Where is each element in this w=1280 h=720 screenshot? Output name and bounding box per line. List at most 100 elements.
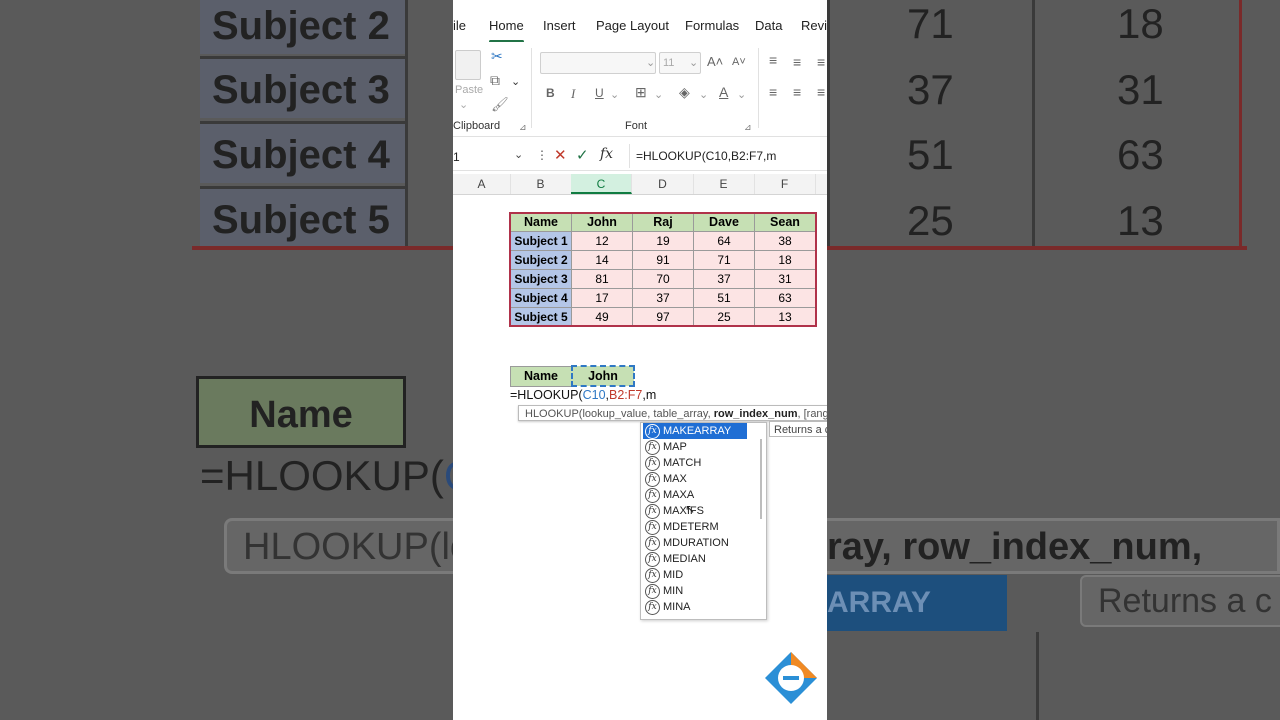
autocomplete-item[interactable]: fx MAKEARRAY xyxy=(643,423,747,439)
tab-file[interactable]: ile xyxy=(453,18,466,33)
table-cell[interactable]: 18 xyxy=(754,250,816,270)
table-row: Subject 5 49 97 25 13 xyxy=(510,307,816,327)
formula-input[interactable]: =HLOOKUP(C10,B2:F7,m xyxy=(629,144,827,168)
function-icon: fx xyxy=(645,504,660,519)
align-top-icon[interactable]: ≡ xyxy=(769,52,777,68)
row-label[interactable]: Subject 2 xyxy=(510,250,572,270)
fill-color-icon[interactable]: ◈ xyxy=(679,84,690,101)
column-header-c[interactable]: C xyxy=(571,174,632,194)
autocomplete-item[interactable]: fx MATCH xyxy=(643,455,747,471)
decrease-font-icon[interactable]: A˅ xyxy=(732,56,746,68)
table-cell[interactable]: 63 xyxy=(754,288,816,308)
function-icon: fx xyxy=(645,584,660,599)
autocomplete-item[interactable]: fx MAXA xyxy=(643,487,747,503)
cell-formula-edit[interactable]: =HLOOKUP(C10,B2:F7,m xyxy=(510,386,656,404)
table-cell[interactable]: 38 xyxy=(754,231,816,251)
autocomplete-item[interactable]: fx MDETERM xyxy=(643,519,747,535)
table-cell[interactable]: 12 xyxy=(571,231,633,251)
autocomplete-item[interactable]: fx MEDIAN xyxy=(643,551,747,567)
row-label[interactable]: Subject 1 xyxy=(510,231,572,251)
increase-font-icon[interactable]: A˄ xyxy=(707,54,723,69)
table-cell[interactable]: 91 xyxy=(632,250,694,270)
table-cell[interactable]: 17 xyxy=(571,288,633,308)
bg-returns-tip: Returns a c xyxy=(1080,575,1280,627)
row-label[interactable]: Subject 5 xyxy=(510,307,572,327)
bg-formula: =HLOOKUP(C xyxy=(200,452,453,499)
autocomplete-item[interactable]: fx MID xyxy=(643,567,747,583)
align-left-icon[interactable]: ≡ xyxy=(769,84,777,100)
align-bottom-icon[interactable]: ≡ xyxy=(817,54,825,70)
dialog-launcher-icon[interactable]: ⊿ xyxy=(744,122,752,133)
align-middle-icon[interactable]: ≡ xyxy=(793,54,801,70)
enter-icon[interactable]: ✓ xyxy=(576,146,589,164)
table-cell[interactable]: 97 xyxy=(632,307,694,327)
table-cell[interactable]: 37 xyxy=(632,288,694,308)
lookup-name-label[interactable]: Name xyxy=(510,365,573,387)
table-cell[interactable]: 37 xyxy=(693,269,755,289)
tab-page-layout[interactable]: Page Layout xyxy=(596,18,669,33)
table-cell[interactable]: 14 xyxy=(571,250,633,270)
row-label[interactable]: Subject 3 xyxy=(510,269,572,289)
table-cell[interactable]: 49 xyxy=(571,307,633,327)
table-cell[interactable]: 81 xyxy=(571,269,633,289)
formula-ref-c10: C10 xyxy=(582,388,606,402)
column-header-a[interactable]: A xyxy=(453,174,511,194)
tab-insert[interactable]: Insert xyxy=(543,18,576,33)
scrollbar[interactable] xyxy=(760,439,762,519)
paste-icon[interactable] xyxy=(455,50,481,80)
table-cell[interactable]: 19 xyxy=(632,231,694,251)
table-cell[interactable]: 71 xyxy=(693,250,755,270)
table-cell[interactable]: 70 xyxy=(632,269,694,289)
dialog-launcher-icon[interactable]: ⊿ xyxy=(519,122,527,133)
borders-icon[interactable]: ⊞ xyxy=(635,84,647,101)
align-right-icon[interactable]: ≡ xyxy=(817,84,825,100)
table-cell[interactable]: 25 xyxy=(693,307,755,327)
cut-icon[interactable]: ✂ xyxy=(491,48,503,65)
table-cell[interactable]: 51 xyxy=(693,288,755,308)
column-header-f[interactable]: F xyxy=(754,174,816,194)
tab-formulas[interactable]: Formulas xyxy=(685,18,739,33)
chevron-down-icon[interactable]: ⌄ xyxy=(514,148,523,161)
table-header[interactable]: Name xyxy=(510,212,572,232)
column-header-d[interactable]: D xyxy=(632,174,694,194)
autocomplete-item[interactable]: fx MIN xyxy=(643,583,747,599)
table-cell[interactable]: 31 xyxy=(754,269,816,289)
table-header[interactable]: John xyxy=(571,212,633,232)
underline-button[interactable]: U xyxy=(595,86,604,100)
paste-label: Paste xyxy=(455,84,484,96)
table-cell[interactable]: 64 xyxy=(693,231,755,251)
autocomplete-item[interactable]: fx MDURATION xyxy=(643,535,747,551)
bg-value: 18 xyxy=(1117,0,1164,47)
cancel-icon[interactable]: ✕ xyxy=(554,146,567,164)
chevron-down-icon: ⌄ xyxy=(646,57,656,69)
ribbon: Paste ⌄ ✂ ⧉ ⌄ 🖌 Clipboard ⊿ ⌄ 11 ⌄ A˄ A˅… xyxy=(453,42,827,137)
data-table: Name John Raj Dave Sean Subject 1 12 19 … xyxy=(510,212,816,327)
bg-table-border xyxy=(192,246,453,250)
autocomplete-item[interactable]: fx MAX xyxy=(643,471,747,487)
brand-logo-icon xyxy=(765,652,817,704)
row-label[interactable]: Subject 4 xyxy=(510,288,572,308)
table-header[interactable]: Dave xyxy=(693,212,755,232)
column-header-e[interactable]: E xyxy=(693,174,755,194)
autocomplete-item[interactable]: fx MINA xyxy=(643,599,747,615)
function-icon: fx xyxy=(645,472,660,487)
tab-home[interactable]: Home xyxy=(489,18,524,43)
font-color-icon[interactable]: A xyxy=(719,84,728,100)
table-cell[interactable]: 13 xyxy=(754,307,816,327)
format-painter-icon[interactable]: 🖌 xyxy=(491,96,509,113)
clipboard-group-label: Clipboard xyxy=(453,120,501,132)
insert-function-icon[interactable]: fx xyxy=(600,146,613,162)
copy-icon[interactable]: ⧉ xyxy=(490,72,500,89)
font-family-select[interactable] xyxy=(540,52,656,74)
table-header[interactable]: Raj xyxy=(632,212,694,232)
table-header[interactable]: Sean xyxy=(754,212,816,232)
column-header-b[interactable]: B xyxy=(510,174,572,194)
italic-button[interactable]: I xyxy=(571,86,575,102)
tab-review[interactable]: Revie xyxy=(801,18,827,33)
autocomplete-item[interactable]: fx MAP xyxy=(643,439,747,455)
tab-data[interactable]: Data xyxy=(755,18,782,33)
align-center-icon[interactable]: ≡ xyxy=(793,84,801,100)
lookup-name-value[interactable]: John xyxy=(571,365,635,387)
bold-button[interactable]: B xyxy=(546,86,555,100)
ribbon-tabs: ile Home Insert Page Layout Formulas Dat… xyxy=(453,12,827,43)
